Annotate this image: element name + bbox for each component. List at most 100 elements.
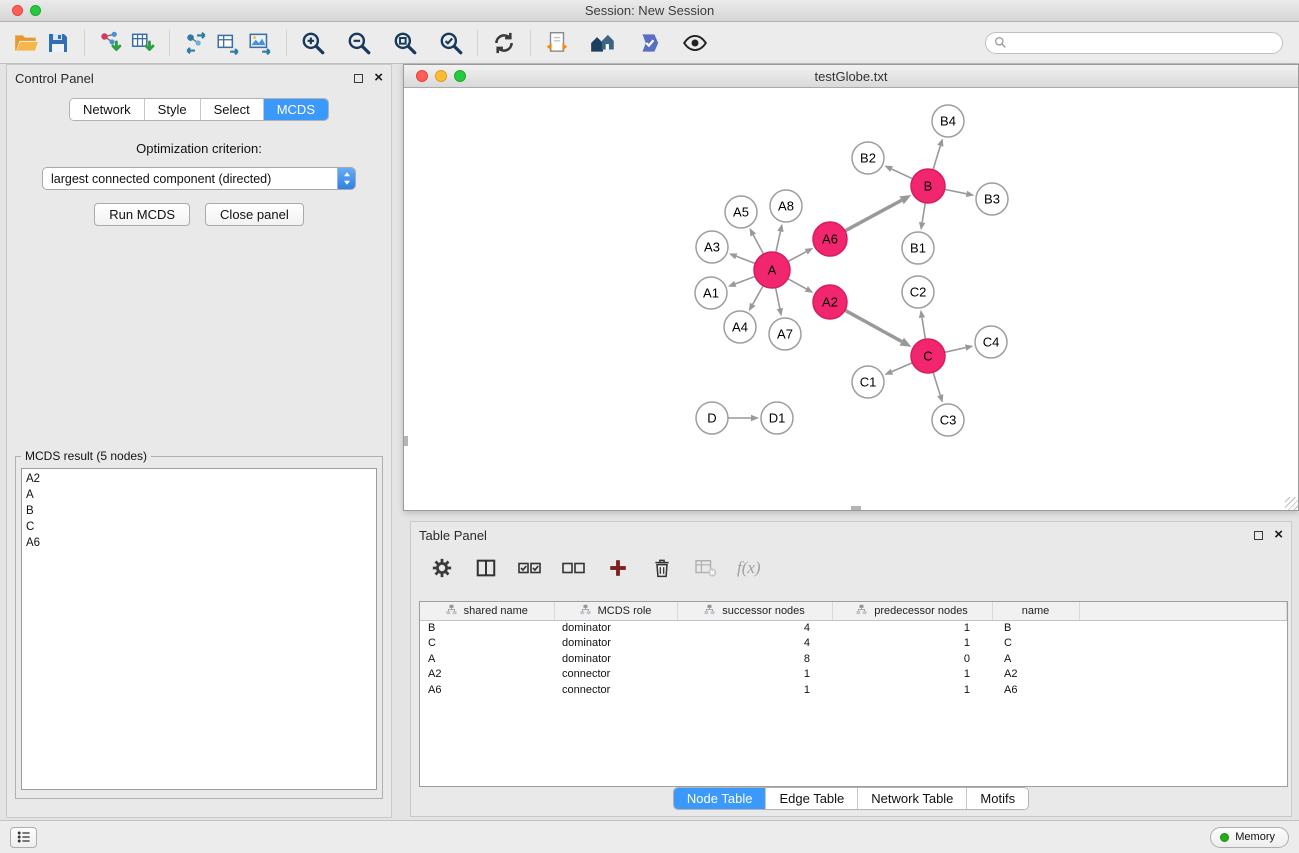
result-item[interactable]: B [26, 503, 372, 519]
table-row[interactable]: Bdominator41B [420, 620, 1287, 636]
graph-edge[interactable] [776, 231, 781, 252]
task-history-button[interactable] [10, 827, 37, 848]
select-all-button[interactable] [517, 555, 543, 581]
graph-edge[interactable] [933, 146, 940, 170]
show-columns-button[interactable] [473, 555, 499, 581]
graph-edge[interactable] [933, 372, 940, 395]
network-graph[interactable]: B4B2BB3A5A8A6B1A3AC2A1A2A4A7C4CC1C3DD1 [404, 88, 1298, 510]
table-row[interactable]: A2connector11A2 [420, 667, 1287, 683]
table-cell[interactable]: A [420, 651, 554, 667]
show-hide-button[interactable] [679, 27, 711, 59]
column-header-shared-name[interactable]: shared name [420, 602, 554, 620]
table-row[interactable]: Cdominator41C [420, 636, 1287, 652]
graph-edge[interactable] [922, 318, 925, 340]
close-panel-button[interactable]: Close panel [205, 203, 304, 226]
deselect-all-button[interactable] [561, 555, 587, 581]
graph-edge[interactable] [892, 363, 913, 372]
zoom-out-button[interactable] [343, 27, 375, 59]
close-panel-icon[interactable]: × [374, 73, 383, 83]
table-cell[interactable]: C [420, 636, 554, 652]
table-cell[interactable]: A [992, 651, 1079, 667]
graph-node[interactable]: B [911, 169, 945, 203]
horizontal-scroll-indicator[interactable] [851, 506, 861, 510]
graph-edge[interactable] [922, 203, 925, 223]
function-builder-button[interactable]: f(x) [737, 555, 761, 581]
home-view-button[interactable] [587, 27, 619, 59]
import-network-button[interactable] [95, 27, 127, 59]
table-cell[interactable]: 4 [677, 620, 832, 636]
mcds-result-list[interactable]: A2ABCA6 [21, 468, 377, 790]
graph-node[interactable]: C [911, 339, 945, 373]
table-cell[interactable]: 1 [832, 636, 992, 652]
graph-edge[interactable] [776, 288, 780, 309]
graph-node[interactable]: D1 [761, 402, 793, 434]
tab-edge-table[interactable]: Edge Table [765, 788, 857, 809]
tab-network-table[interactable]: Network Table [857, 788, 966, 809]
tab-motifs[interactable]: Motifs [966, 788, 1028, 809]
zoom-in-button[interactable] [297, 27, 329, 59]
result-item[interactable]: C [26, 519, 372, 535]
table-cell[interactable]: 1 [832, 620, 992, 636]
graph-edge[interactable] [753, 286, 763, 305]
table-cell[interactable]: 8 [677, 651, 832, 667]
style-check-button[interactable] [633, 27, 665, 59]
graph-edge[interactable] [788, 279, 807, 289]
graph-node[interactable]: A8 [770, 190, 802, 222]
graph-node[interactable]: A3 [696, 231, 728, 263]
column-header-predecessor-nodes[interactable]: predecessor nodes [832, 602, 992, 620]
graph-node[interactable]: C4 [975, 326, 1007, 358]
save-session-button[interactable] [42, 27, 74, 59]
table-cell[interactable]: dominator [554, 636, 677, 652]
zoom-selected-button[interactable] [435, 27, 467, 59]
export-image-button[interactable] [244, 27, 276, 59]
table-cell[interactable]: connector [554, 682, 677, 698]
export-table-button[interactable] [212, 27, 244, 59]
network-minimize-button[interactable] [435, 70, 447, 82]
memory-button[interactable]: Memory [1210, 827, 1289, 848]
close-window-button[interactable] [12, 5, 23, 16]
graph-node[interactable]: A6 [813, 222, 847, 256]
graph-node[interactable]: A4 [724, 311, 756, 343]
vertical-scroll-indicator[interactable] [404, 436, 408, 446]
table-cell[interactable]: 0 [832, 651, 992, 667]
table-cell[interactable]: 1 [677, 667, 832, 683]
table-cell[interactable]: dominator [554, 651, 677, 667]
table-cell[interactable]: 4 [677, 636, 832, 652]
close-panel-icon[interactable]: × [1274, 530, 1283, 540]
criterion-dropdown[interactable]: largest connected component (directed) [42, 167, 356, 190]
tab-network[interactable]: Network [70, 99, 144, 120]
table-cell[interactable]: 1 [832, 682, 992, 698]
column-header-name[interactable]: name [992, 602, 1079, 620]
graph-node[interactable]: B4 [932, 105, 964, 137]
graph-node[interactable]: A2 [813, 285, 847, 319]
graph-node[interactable]: B2 [852, 142, 884, 174]
table-settings-button[interactable] [429, 555, 455, 581]
network-zoom-button[interactable] [454, 70, 466, 82]
graph-edge[interactable] [845, 310, 902, 341]
graph-node[interactable]: C2 [902, 276, 934, 308]
export-network-button[interactable] [180, 27, 212, 59]
column-header-mcds-role[interactable]: MCDS role [554, 602, 677, 620]
table-cell[interactable]: 1 [832, 667, 992, 683]
graph-node[interactable]: B3 [976, 183, 1008, 215]
table-cell[interactable]: dominator [554, 620, 677, 636]
table-cell[interactable]: A2 [420, 667, 554, 683]
table-cell[interactable]: connector [554, 667, 677, 683]
table-cell[interactable]: 1 [677, 682, 832, 698]
graph-node[interactable]: C1 [852, 366, 884, 398]
graph-edge[interactable] [945, 189, 967, 193]
graph-node[interactable]: D [696, 402, 728, 434]
table-cell[interactable]: B [992, 620, 1079, 636]
tab-mcds[interactable]: MCDS [263, 99, 328, 120]
network-report-button[interactable] [541, 27, 573, 59]
table-cell[interactable]: A2 [992, 667, 1079, 683]
result-item[interactable]: A2 [26, 471, 372, 487]
network-close-button[interactable] [416, 70, 428, 82]
resize-grip[interactable] [1285, 497, 1298, 510]
import-table-button[interactable] [127, 27, 159, 59]
graph-edge[interactable] [753, 235, 763, 254]
tab-node-table[interactable]: Node Table [674, 788, 766, 809]
open-session-button[interactable] [10, 27, 42, 59]
run-mcds-button[interactable]: Run MCDS [94, 203, 190, 226]
graph-edge[interactable] [735, 276, 755, 283]
